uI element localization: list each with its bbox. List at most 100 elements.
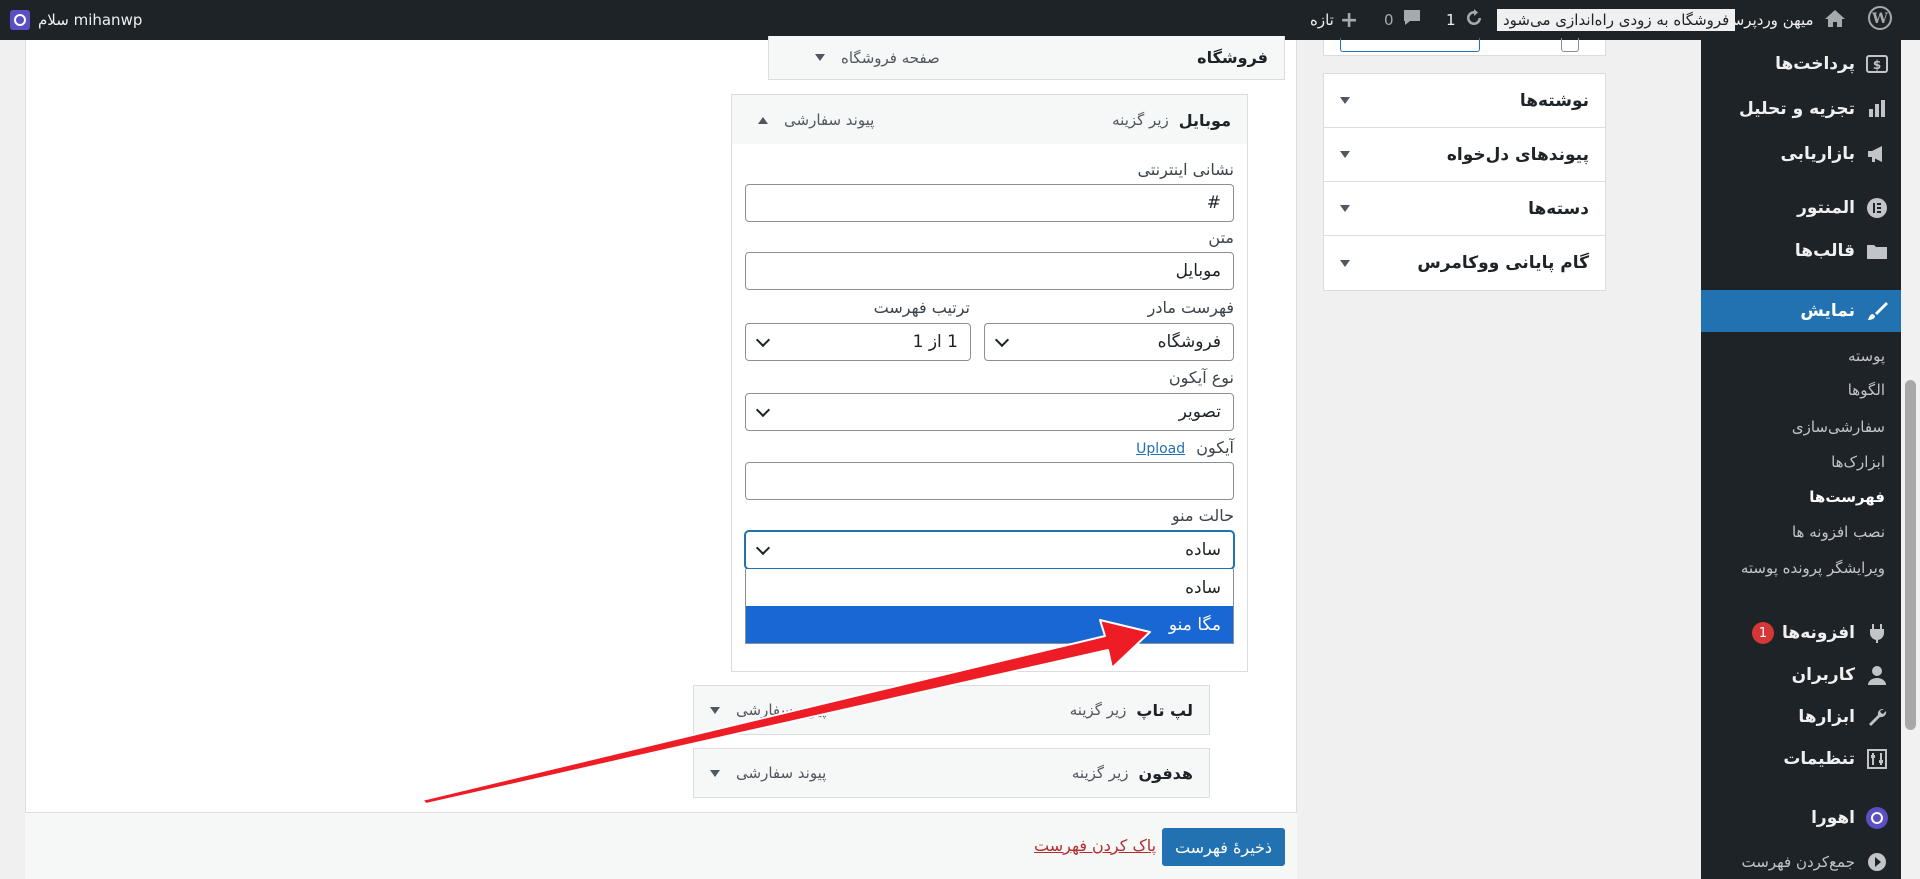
- option-simple[interactable]: ساده: [746, 569, 1233, 606]
- sidebar-item-settings[interactable]: تنظیمات: [1701, 741, 1901, 777]
- svg-text:W: W: [1871, 11, 1888, 27]
- wrench-icon: [1865, 705, 1889, 729]
- submenu-item-themes[interactable]: پوسته: [1701, 339, 1901, 373]
- icon-label: آیکون: [1196, 438, 1234, 457]
- menu-item-shop-title: فروشگاه: [1197, 48, 1268, 67]
- paintbrush-icon: [1865, 299, 1889, 323]
- bar-chart-icon: [1865, 97, 1889, 121]
- menu-item-headphone[interactable]: هدفون زیر گزینه پیوند سفارشی: [693, 748, 1210, 798]
- elementor-icon: [1865, 196, 1889, 220]
- store-notice[interactable]: فروشگاه به زودی راه‌اندازی می‌شود: [1497, 0, 1736, 40]
- plugins-update-badge: 1: [1752, 622, 1775, 644]
- menu-item-mobile-subtitle: زیر گزینه: [1112, 111, 1169, 129]
- sidebar-item-analytics[interactable]: تجزیه و تحلیل: [1701, 91, 1901, 127]
- collapse-icon: [1865, 850, 1889, 874]
- sidebar-item-label: المنتور: [1797, 198, 1855, 218]
- menu-item-mobile[interactable]: موبایل زیر گزینه پیوند سفارشی: [731, 94, 1248, 146]
- accordion-categories[interactable]: دسته‌ها: [1324, 182, 1605, 236]
- sidebar-item-plugins[interactable]: افزونه‌ها 1: [1701, 615, 1901, 651]
- icon-input[interactable]: [745, 462, 1234, 500]
- menu-item-mobile-title: موبایل: [1178, 110, 1231, 130]
- sidebar-item-label: افزونه‌ها: [1782, 623, 1855, 643]
- caret-up-icon[interactable]: [758, 116, 768, 124]
- parent-menu-label: فهرست مادر: [1147, 298, 1234, 317]
- chevron-down-icon: [755, 332, 771, 348]
- page-scrollbar[interactable]: [1901, 40, 1920, 879]
- submenu-item-widgets[interactable]: ابزارک‌ها: [1701, 445, 1901, 479]
- sidebar-item-users[interactable]: کاربران: [1701, 657, 1901, 693]
- svg-text:$: $: [1873, 58, 1881, 72]
- icon-type-select[interactable]: تصویر: [745, 393, 1234, 431]
- url-label: نشانی اینترنتی: [1137, 160, 1234, 179]
- accordion-woo-endpoints[interactable]: گام پایانی ووکامرس: [1324, 236, 1605, 290]
- menu-item-laptop-controls: پیوند سفارشی: [710, 701, 826, 719]
- sidebar-item-label: تنظیمات: [1783, 749, 1855, 769]
- delete-menu-link[interactable]: پاک کردن فهرست: [1034, 836, 1156, 855]
- caret-down-icon[interactable]: [710, 769, 720, 777]
- wordpress-icon: W: [1868, 6, 1892, 34]
- url-input[interactable]: #: [745, 184, 1234, 222]
- sidebar-item-marketing[interactable]: بازاریابی: [1701, 136, 1901, 172]
- accordion-custom-links-title: پیوندهای دل‌خواه: [1446, 144, 1589, 165]
- plus-icon: +: [1339, 7, 1359, 33]
- new-content-menu[interactable]: تازه +: [1310, 0, 1358, 40]
- dollar-icon: $: [1865, 52, 1889, 76]
- sidebar-item-payments[interactable]: $ پرداخت‌ها: [1701, 46, 1901, 82]
- sidebar-item-templates[interactable]: قالب‌ها: [1701, 233, 1901, 269]
- site-name-menu[interactable]: میهن وردپرس: [1726, 0, 1846, 40]
- site-name: میهن وردپرس: [1726, 11, 1814, 29]
- sidebar-item-label: پرداخت‌ها: [1775, 54, 1855, 74]
- menu-item-laptop[interactable]: لپ تاپ زیر گزینه پیوند سفارشی: [693, 685, 1210, 735]
- store-notice-badge: فروشگاه به زودی راه‌اندازی می‌شود: [1497, 9, 1736, 31]
- ahura-icon: [1865, 806, 1889, 830]
- comments-count: 0: [1384, 11, 1394, 29]
- chevron-down-icon: [994, 332, 1010, 348]
- updates-count: 1: [1446, 11, 1456, 29]
- caret-down-icon[interactable]: [815, 54, 825, 61]
- submenu-item-patterns[interactable]: الگوها: [1701, 373, 1901, 407]
- submenu-item-theme-file-editor[interactable]: ویرایشگر پرونده پوسته: [1701, 551, 1901, 585]
- upload-link[interactable]: Upload: [1136, 441, 1185, 457]
- scrollbar-thumb[interactable]: [1905, 380, 1916, 730]
- admin-bar: سلام mihanwp تازه + 0 1 فروشگاه به زودی …: [0, 0, 1920, 40]
- wordpress-logo[interactable]: W: [1868, 0, 1892, 40]
- icon-type-value: تصویر: [1178, 402, 1221, 422]
- save-menu-button[interactable]: ذخیرهٔ فهرست: [1162, 828, 1285, 866]
- submenu-item-customize[interactable]: سفارشی‌سازی: [1701, 410, 1901, 444]
- sidebar-item-elementor[interactable]: المنتور: [1701, 190, 1901, 226]
- parent-menu-select[interactable]: فروشگاه: [984, 323, 1234, 361]
- caret-down-icon: [1340, 205, 1350, 212]
- menu-mode-select[interactable]: ساده: [745, 531, 1234, 569]
- sidebar-collapse-menu[interactable]: جمع‌کردن فهرست: [1701, 845, 1901, 879]
- chevron-down-icon: [755, 540, 771, 556]
- megaphone-icon: [1865, 142, 1889, 166]
- sidebar-item-tools[interactable]: ابزارها: [1701, 699, 1901, 735]
- sidebar-item-appearance[interactable]: نمایش: [1691, 290, 1901, 332]
- caret-down-icon: [1340, 151, 1350, 158]
- accordion-posts[interactable]: نوشته‌ها: [1324, 74, 1605, 128]
- menu-item-shop-controls: صفحه فروشگاه: [815, 49, 940, 67]
- updates-menu[interactable]: 1: [1446, 0, 1484, 40]
- sidebar-item-label: تجزیه و تحلیل: [1739, 99, 1855, 119]
- menu-mode-label: حالت منو: [1171, 506, 1234, 525]
- sidebar-item-ahura[interactable]: اهورا: [1701, 800, 1901, 836]
- option-mega-menu[interactable]: مگا منو: [746, 606, 1233, 643]
- submenu-item-install-plugins[interactable]: نصب افزونه ها: [1701, 515, 1901, 549]
- comments-menu[interactable]: 0: [1384, 0, 1422, 40]
- menu-order-select[interactable]: 1 از 1: [745, 323, 971, 361]
- submenu-item-menus[interactable]: فهرست‌ها: [1701, 480, 1901, 514]
- menu-item-mobile-controls: پیوند سفارشی: [758, 111, 874, 129]
- menu-item-shop[interactable]: فروشگاه صفحه فروشگاه: [768, 36, 1285, 80]
- menu-item-laptop-type: پیوند سفارشی: [736, 701, 827, 719]
- menu-item-headphone-subtitle: زیر گزینه: [1071, 764, 1129, 782]
- text-input[interactable]: موبایل: [745, 252, 1234, 290]
- accordion-categories-title: دسته‌ها: [1528, 198, 1589, 219]
- caret-down-icon[interactable]: [710, 706, 720, 714]
- menu-item-headphone-type: پیوند سفارشی: [736, 764, 827, 782]
- accordion-custom-links[interactable]: پیوندهای دل‌خواه: [1324, 128, 1605, 182]
- caret-down-icon: [1340, 97, 1350, 104]
- accordion-woo-endpoints-title: گام پایانی ووکامرس: [1417, 253, 1589, 273]
- account-menu[interactable]: سلام mihanwp: [10, 0, 142, 40]
- accordion-posts-title: نوشته‌ها: [1519, 90, 1589, 111]
- menu-mode-value: ساده: [1185, 540, 1221, 560]
